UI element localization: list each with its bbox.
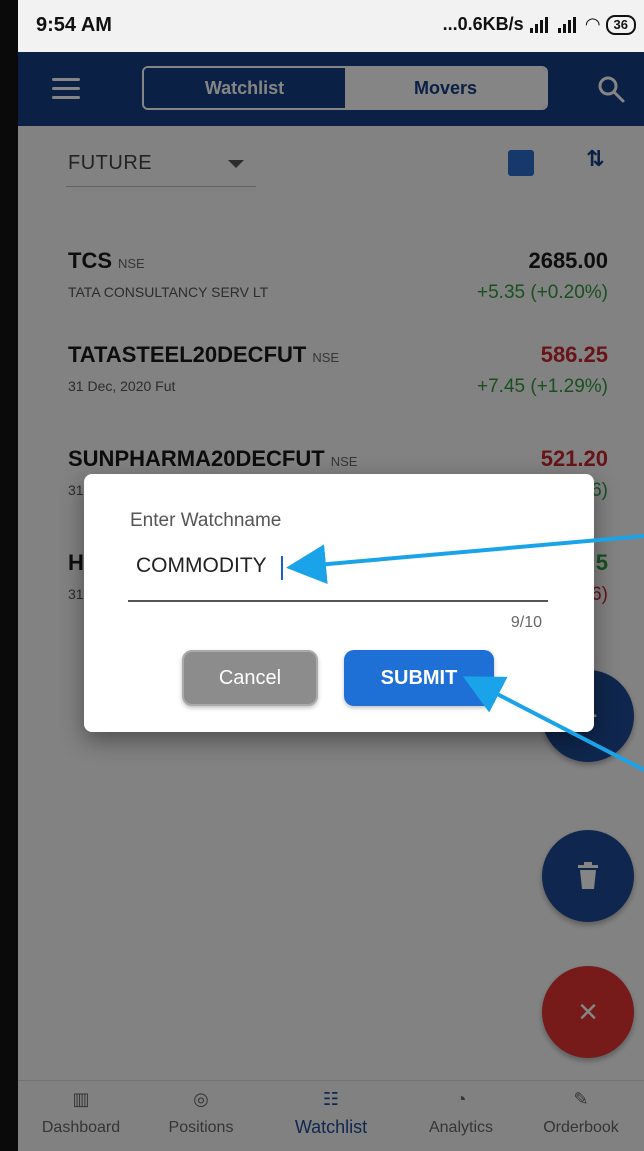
app-screen: 9:54 AM ...0.6KB/s ◠ 36 Watchlist Movers… — [18, 0, 644, 1151]
battery-icon: 36 — [605, 14, 636, 35]
dialog-title: Enter Watchname — [130, 510, 282, 531]
input-underline — [128, 600, 548, 602]
text-cursor — [281, 556, 283, 580]
submit-button[interactable]: SUBMIT — [344, 650, 494, 706]
signal-icon — [529, 16, 552, 33]
signal-icon-2 — [557, 16, 580, 33]
watchname-dialog: Enter Watchname 9/10 Cancel SUBMIT — [84, 474, 594, 732]
cancel-button[interactable]: Cancel — [182, 650, 318, 706]
network-speed: ...0.6KB/s — [442, 14, 524, 34]
char-counter: 9/10 — [510, 614, 542, 631]
status-bar: 9:54 AM ...0.6KB/s ◠ 36 — [18, 0, 644, 52]
wifi-icon: ◠ — [585, 14, 600, 34]
status-time: 9:54 AM — [36, 14, 112, 36]
watchname-input[interactable] — [136, 554, 496, 578]
status-icons: ...0.6KB/s ◠ 36 — [443, 14, 636, 35]
